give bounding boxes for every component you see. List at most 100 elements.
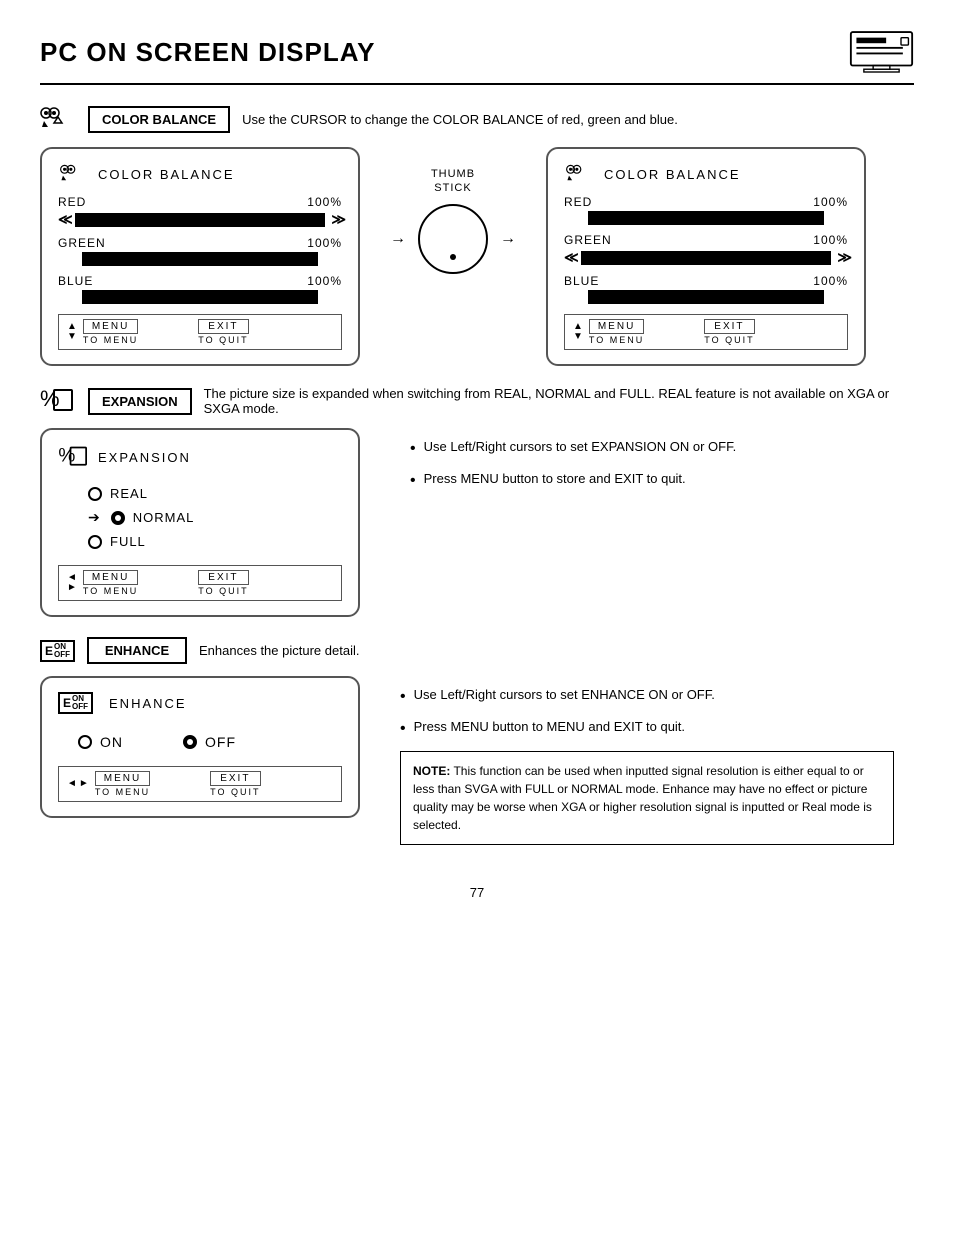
- expansion-full-row: FULL: [88, 534, 342, 549]
- enhance-exit-btn-bottom: TO QUIT: [210, 787, 260, 797]
- enhance-menu-btn-top: MENU: [95, 771, 150, 786]
- blue-bar-row: BLUE 100%: [58, 274, 342, 304]
- color-balance-desc: Use the CURSOR to change the COLOR BALAN…: [242, 112, 914, 127]
- color-balance-right-osd: COLOR BALANCE RED 100% GREEN 100%: [546, 147, 866, 366]
- right-down-arrow: ▼: [573, 332, 583, 342]
- expansion-desc: The picture size is expanded when switch…: [204, 386, 914, 416]
- blue-percent: 100%: [307, 274, 342, 288]
- enhance-on-label: ON: [100, 734, 123, 750]
- enhance-off-label: OFF: [205, 734, 236, 750]
- enhance-exit-btn: EXIT TO QUIT: [210, 771, 260, 797]
- red-arrow-left: ≪: [58, 211, 69, 228]
- enhance-osd-on-off: ONOFF: [72, 695, 88, 711]
- enhance-desc: Enhances the picture detail.: [199, 643, 914, 658]
- right-osd-nav: ▲ ▼ MENU TO MENU EXIT TO QUIT: [573, 319, 755, 345]
- right-menu-btn: MENU TO MENU: [589, 319, 644, 345]
- right-green-label: GREEN: [564, 233, 612, 247]
- exit-btn: EXIT TO QUIT: [198, 319, 248, 345]
- expansion-normal-row: ➔ NORMAL: [88, 509, 342, 526]
- thumbstick-area: THUMB STICK → →: [360, 147, 546, 294]
- right-blue-bar: [588, 290, 824, 304]
- enhance-osd-title-row: E ONOFF ENHANCE: [58, 692, 342, 714]
- expansion-nav-arrows: ◄ ►: [67, 573, 77, 593]
- real-label: REAL: [110, 486, 148, 501]
- expansion-bullet-1: Use Left/Right cursors to set EXPANSION …: [410, 438, 894, 460]
- expansion-menu-btn-top: MENU: [83, 570, 138, 585]
- enhance-bullet-1: Use Left/Right cursors to set ENHANCE ON…: [400, 686, 894, 708]
- expansion-osd-icon: %: [58, 444, 90, 470]
- right-menu-exit-btns: MENU TO MENU EXIT TO QUIT: [589, 319, 755, 345]
- expansion-exit-btn-bottom: TO QUIT: [198, 586, 248, 596]
- page-number: 77: [40, 885, 914, 900]
- page-header: PC ON SCREEN DISPLAY: [40, 30, 914, 85]
- left-osd-footer: ▲ ▼ MENU TO MENU EXIT TO QUIT: [58, 314, 342, 350]
- color-balance-icon: [40, 105, 76, 133]
- enhance-off-radio: [183, 735, 197, 749]
- enhance-exit-btn-top: EXIT: [210, 771, 260, 786]
- nav-arrows: ▲ ▼: [67, 322, 77, 342]
- red-arrow-right: ≫: [331, 211, 342, 228]
- menu-btn-top: MENU: [83, 319, 138, 334]
- down-arrow: ▼: [67, 332, 77, 342]
- right-menu-btn-top: MENU: [589, 319, 644, 334]
- left-osd-title: COLOR BALANCE: [58, 163, 342, 185]
- right-blue-label: BLUE: [564, 274, 599, 288]
- expansion-diagrams: % EXPANSION REAL ➔ NORMAL: [40, 428, 914, 617]
- color-balance-label: COLOR BALANCE: [88, 106, 230, 133]
- right-osd-footer: ▲ ▼ MENU TO MENU EXIT TO QUIT: [564, 314, 848, 350]
- page-container: PC ON SCREEN DISPLAY COLOR BALANCE Use t…: [0, 0, 954, 1235]
- right-red-percent: 100%: [813, 195, 848, 209]
- left-osd-icon: [58, 163, 90, 185]
- expansion-label: EXPANSION: [88, 388, 192, 415]
- enhance-e-letter: E: [45, 644, 53, 658]
- page-title: PC ON SCREEN DISPLAY: [40, 37, 375, 68]
- right-exit-btn-bottom: TO QUIT: [704, 335, 754, 345]
- right-red-bar: [588, 211, 824, 225]
- right-blue-percent: 100%: [813, 274, 848, 288]
- right-blue-bar-row: BLUE 100%: [564, 274, 848, 304]
- enhance-on-off-options: ON OFF: [78, 734, 342, 750]
- enhance-bullet-list: Use Left/Right cursors to set ENHANCE ON…: [400, 686, 894, 741]
- right-green-bar: [581, 251, 832, 265]
- full-radio: [88, 535, 102, 549]
- enhance-note-box: NOTE: This function can be used when inp…: [400, 751, 894, 845]
- right-green-percent: 100%: [813, 233, 848, 247]
- expansion-icon: %: [40, 386, 76, 416]
- menu-exit-btns: MENU TO MENU EXIT TO QUIT: [83, 319, 249, 345]
- right-exit-btn-top: EXIT: [704, 319, 754, 334]
- enhance-on-radio: [78, 735, 92, 749]
- enhance-off-option: OFF: [183, 734, 236, 750]
- blue-label: BLUE: [58, 274, 93, 288]
- exit-btn-bottom: TO QUIT: [198, 335, 248, 345]
- enhance-bullet-2: Press MENU button to MENU and EXIT to qu…: [400, 718, 894, 740]
- enhance-icon-box: E ONOFF: [40, 640, 75, 662]
- red-percent: 100%: [307, 195, 342, 209]
- color-balance-diagrams: COLOR BALANCE RED 100% ≪ ≫ GREEN 100%: [40, 147, 914, 366]
- expansion-menu-exit-btns: MENU TO MENU EXIT TO QUIT: [83, 570, 249, 596]
- enhance-right-panel: Use Left/Right cursors to set ENHANCE ON…: [380, 676, 914, 855]
- right-green-arrow-right: ≫: [837, 249, 848, 266]
- expansion-right-arrow: ►: [67, 583, 77, 593]
- green-bar-row: GREEN 100%: [58, 236, 342, 266]
- exit-btn-top: EXIT: [198, 319, 248, 334]
- menu-btn-bottom: TO MENU: [83, 335, 138, 345]
- enhance-menu-btn-bottom: TO MENU: [95, 787, 150, 797]
- real-radio: [88, 487, 102, 501]
- color-balance-section-header: COLOR BALANCE Use the CURSOR to change t…: [40, 105, 914, 133]
- enhance-right-arrow: ►: [79, 779, 89, 789]
- right-green-bar-row: GREEN 100% ≪ ≫: [564, 233, 848, 266]
- left-osd-title-text: COLOR BALANCE: [98, 167, 235, 182]
- enhance-label: ENHANCE: [87, 637, 187, 664]
- expansion-bullet-2: Press MENU button to store and EXIT to q…: [410, 470, 894, 492]
- expansion-section-header: % EXPANSION The picture size is expanded…: [40, 386, 914, 416]
- normal-label: NORMAL: [133, 510, 195, 525]
- right-osd-title: COLOR BALANCE: [564, 163, 848, 185]
- expansion-menu-btn: MENU TO MENU: [83, 570, 138, 596]
- enhance-menu-exit-btns: MENU TO MENU EXIT TO QUIT: [95, 771, 261, 797]
- enhance-on-off-text: ONOFF: [54, 643, 70, 659]
- red-bar-row: RED 100% ≪ ≫: [58, 195, 342, 228]
- menu-btn: MENU TO MENU: [83, 319, 138, 345]
- color-balance-left-osd: COLOR BALANCE RED 100% ≪ ≫ GREEN 100%: [40, 147, 360, 366]
- green-label: GREEN: [58, 236, 106, 250]
- expansion-bullet-list: Use Left/Right cursors to set EXPANSION …: [410, 438, 894, 493]
